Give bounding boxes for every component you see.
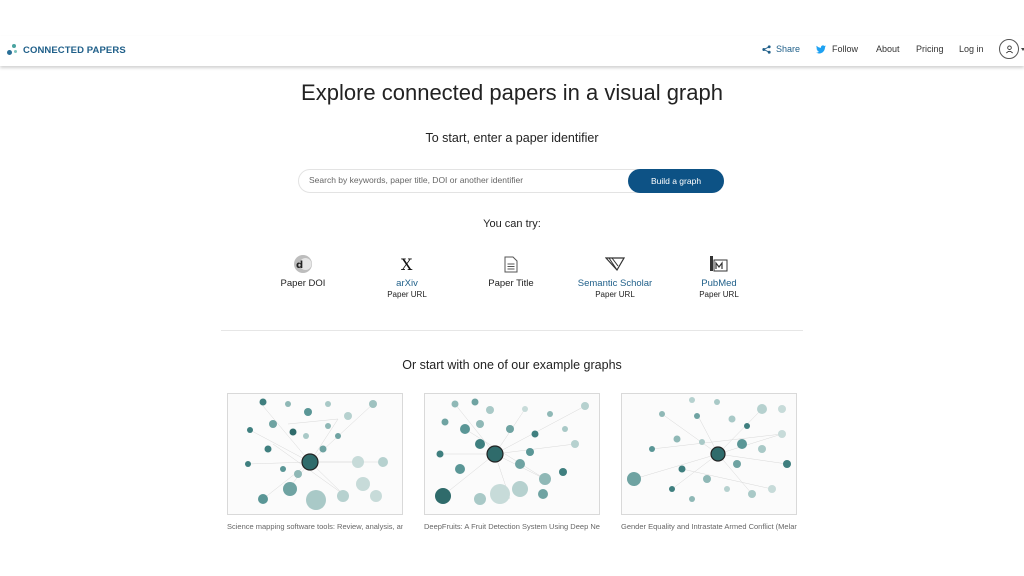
- option-sublabel: Paper URL: [387, 290, 427, 299]
- arxiv-icon: X: [401, 255, 413, 273]
- about-label: About: [876, 44, 900, 54]
- build-graph-button[interactable]: Build a graph: [628, 169, 724, 193]
- search-input[interactable]: [309, 175, 629, 185]
- section-divider: [221, 330, 803, 331]
- option-paper-title[interactable]: Paper Title: [456, 254, 566, 289]
- option-label: Paper Title: [488, 278, 534, 289]
- share-label: Share: [776, 44, 801, 54]
- option-paper-doi[interactable]: d Paper DOI: [248, 254, 358, 289]
- try-label: You can try:: [483, 218, 541, 230]
- svg-text:X: X: [401, 255, 413, 273]
- graph-thumbnail: [227, 393, 403, 515]
- graph-thumbnail-image: [245, 398, 388, 510]
- example-caption: Science mapping software tools: Review, …: [227, 522, 403, 531]
- example-caption: DeepFruits: A Fruit Detection System Usi…: [424, 522, 600, 531]
- option-semantic-scholar[interactable]: Semantic Scholar Paper URL: [560, 254, 670, 299]
- connected-papers-logo-icon: [7, 44, 19, 56]
- nav-login-link[interactable]: Log in: [959, 44, 984, 54]
- search-bar: Build a graph: [298, 169, 724, 193]
- example-graph-card[interactable]: Science mapping software tools: Review, …: [227, 393, 403, 535]
- graph-thumbnail-image: [435, 398, 589, 505]
- login-label: Log in: [959, 44, 984, 54]
- option-sublabel: Paper URL: [699, 290, 739, 299]
- graph-thumbnail: [621, 393, 797, 515]
- example-graph-card[interactable]: Gender Equality and Intrastate Armed Con…: [621, 393, 797, 535]
- user-icon: [1005, 44, 1013, 53]
- twitter-icon: [816, 44, 826, 53]
- pubmed-icon: [710, 256, 728, 272]
- document-icon: [504, 256, 518, 272]
- option-label: Semantic Scholar: [577, 278, 653, 289]
- graph-thumbnail-image: [627, 397, 791, 502]
- examples-heading: Or start with one of our example graphs: [402, 358, 622, 372]
- example-caption: Gender Equality and Intrastate Armed Con…: [621, 522, 797, 531]
- option-arxiv[interactable]: X arXiv Paper URL: [352, 254, 462, 299]
- option-label: Paper DOI: [280, 278, 326, 289]
- semantic-scholar-icon: [605, 257, 625, 272]
- nav-pricing-link[interactable]: Pricing: [916, 44, 944, 54]
- share-button[interactable]: Share: [762, 44, 800, 54]
- top-navbar: CONNECTED PAPERS Share Follow About Pric…: [0, 36, 1024, 66]
- nav-about-link[interactable]: About: [876, 44, 900, 54]
- example-graph-card[interactable]: DeepFruits: A Fruit Detection System Usi…: [424, 393, 600, 535]
- follow-label: Follow: [832, 44, 859, 54]
- user-menu-button[interactable]: [999, 39, 1019, 59]
- follow-button[interactable]: Follow: [816, 44, 858, 54]
- pricing-label: Pricing: [916, 44, 944, 54]
- page-title: Explore connected papers in a visual gra…: [301, 80, 723, 105]
- page-subtitle: To start, enter a paper identifier: [425, 131, 599, 145]
- graph-thumbnail: [424, 393, 600, 515]
- option-label: PubMed: [701, 278, 737, 289]
- option-sublabel: Paper URL: [595, 290, 635, 299]
- brand-name: CONNECTED PAPERS: [23, 44, 126, 56]
- option-pubmed[interactable]: PubMed Paper URL: [664, 254, 774, 299]
- share-icon: [762, 44, 771, 54]
- brand-logo[interactable]: CONNECTED PAPERS: [7, 44, 126, 56]
- option-label: arXiv: [396, 278, 418, 289]
- doi-icon: d: [294, 255, 312, 273]
- svg-text:d: d: [296, 260, 303, 271]
